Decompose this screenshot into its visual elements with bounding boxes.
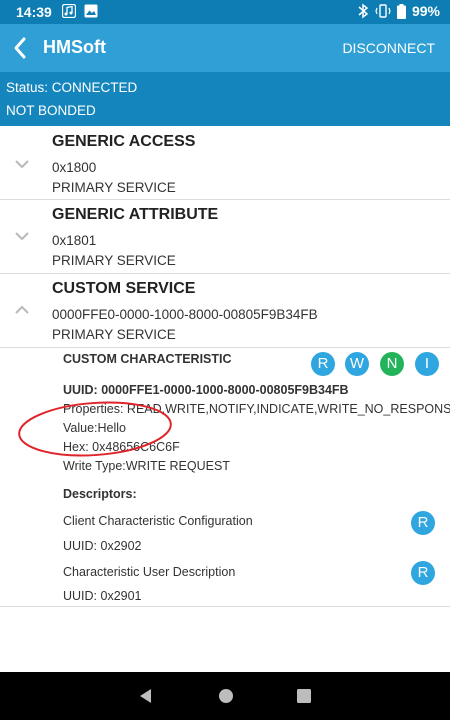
battery-icon (396, 3, 406, 19)
write-button[interactable]: W (345, 352, 369, 376)
back-arrow-icon[interactable] (8, 34, 36, 62)
chevron-up-icon[interactable] (13, 304, 31, 316)
characteristic-write-type: Write Type:WRITE REQUEST (63, 459, 230, 473)
service-name: CUSTOM SERVICE (52, 280, 196, 297)
service-name: GENERIC ATTRIBUTE (52, 206, 219, 223)
characteristic-name: CUSTOM CHARACTERISTIC (63, 352, 232, 366)
status-right-group: 99% (357, 3, 440, 19)
notify-button[interactable]: N (380, 352, 404, 376)
service-name: GENERIC ACCESS (52, 133, 196, 150)
clock: 14:39 (16, 4, 52, 20)
descriptors-heading: Descriptors: (63, 487, 137, 501)
image-icon (84, 4, 98, 18)
bond-status: NOT BONDED (6, 103, 96, 118)
back-nav-icon[interactable] (136, 686, 156, 706)
descriptor-uuid: UUID: 0x2901 (63, 589, 142, 603)
service-type: PRIMARY SERVICE (52, 253, 176, 268)
music-icon (62, 4, 76, 18)
service-generic-attribute[interactable]: GENERIC ATTRIBUTE 0x1801 PRIMARY SERVICE (0, 200, 450, 274)
bluetooth-icon (358, 3, 369, 19)
device-title: HMSoft (43, 37, 106, 57)
app-bar: HMSoft DISCONNECT (0, 24, 450, 72)
read-button[interactable]: R (311, 352, 335, 376)
chevron-down-icon[interactable] (13, 158, 31, 170)
indicate-button[interactable]: I (415, 352, 439, 376)
recents-nav-icon[interactable] (294, 686, 314, 706)
connection-status-panel: Status: CONNECTED NOT BONDED (0, 72, 450, 126)
service-uuid: 0000FFE0-0000-1000-8000-00805F9B34FB (52, 307, 318, 322)
service-type: PRIMARY SERVICE (52, 180, 176, 195)
descriptor-uuid: UUID: 0x2902 (63, 539, 142, 553)
characteristic-uuid: UUID: 0000FFE1-0000-1000-8000-00805F9B34… (63, 383, 349, 397)
descriptor-name: Client Characteristic Configuration (63, 514, 253, 528)
descriptor-name: Characteristic User Description (63, 565, 236, 579)
vibrate-icon (375, 4, 391, 18)
service-uuid: 0x1801 (52, 233, 97, 248)
connection-status: Status: CONNECTED (6, 80, 138, 95)
battery-percent: 99% (411, 3, 440, 19)
system-navigation-bar (0, 672, 450, 720)
descriptor-read-button[interactable]: R (411, 561, 435, 585)
service-generic-access[interactable]: GENERIC ACCESS 0x1800 PRIMARY SERVICE (0, 126, 450, 200)
disconnect-button[interactable]: DISCONNECT (342, 40, 435, 56)
descriptor-read-button[interactable]: R (411, 511, 435, 535)
system-status-bar: 14:39 99% (0, 0, 450, 24)
annotation-circle (18, 401, 172, 457)
characteristic-card: CUSTOM CHARACTERISTIC R W N I UUID: 0000… (0, 347, 450, 607)
service-uuid: 0x1800 (52, 160, 97, 175)
service-type: PRIMARY SERVICE (52, 327, 176, 342)
service-custom[interactable]: CUSTOM SERVICE 0000FFE0-0000-1000-8000-0… (0, 274, 450, 348)
chevron-down-icon[interactable] (13, 230, 31, 242)
home-nav-icon[interactable] (216, 686, 236, 706)
